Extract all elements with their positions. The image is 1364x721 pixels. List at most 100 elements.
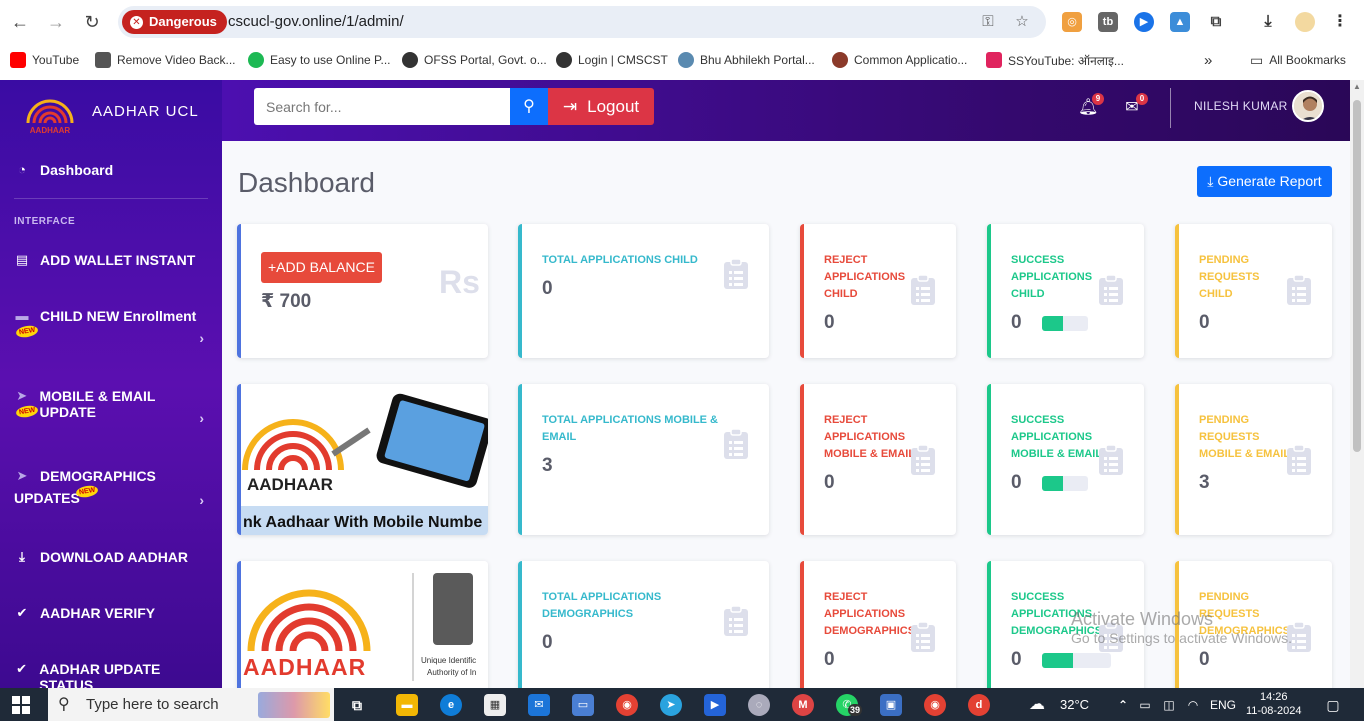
extension-icon[interactable]: ◎	[1062, 12, 1082, 32]
mail-icon[interactable]: ✉	[528, 694, 550, 716]
input-language[interactable]: ENG	[1210, 698, 1236, 712]
chevron-right-icon: ›	[199, 410, 204, 426]
search-button[interactable]: ⚲	[510, 88, 548, 125]
bookmark-item[interactable]: Common Applicatio...	[832, 50, 967, 70]
key-icon[interactable]: ⚿	[978, 12, 998, 32]
new-badge: NEW	[75, 484, 100, 499]
video-app-icon[interactable]: ▶	[704, 694, 726, 716]
more-bookmarks-button[interactable]: »	[1204, 50, 1212, 70]
notifications-icon[interactable]: ▢	[1322, 694, 1344, 716]
search-highlight-icon	[258, 692, 330, 718]
whatsapp-icon[interactable]: ✆ 39	[836, 694, 863, 716]
bookmark-item[interactable]: Easy to use Online P...	[248, 50, 391, 70]
sidebar-item-demographics-updates[interactable]: ➤ DEMOGRAPHICS UPDATES NEW ›	[14, 468, 210, 512]
stat-value: 0	[1011, 472, 1022, 493]
avatar[interactable]	[1292, 90, 1324, 122]
brand[interactable]: AADHAAR AADHAR UCL	[14, 86, 199, 136]
clipboard-list-icon	[1287, 444, 1311, 475]
sidebar-divider	[14, 198, 208, 199]
profile-icon[interactable]	[1295, 12, 1315, 32]
bell-icon[interactable]: 🔔︎ 9	[1078, 93, 1104, 118]
stat-value: 0	[824, 472, 835, 493]
taskbar-search-box[interactable]: ⚲ Type here to search	[48, 688, 334, 721]
extension-tb-icon[interactable]: tb	[1098, 12, 1118, 32]
bookmark-item[interactable]: Login | CMSCST	[556, 50, 668, 70]
bookmark-item[interactable]: OFSS Portal, Govt. o...	[402, 50, 547, 70]
telegram-icon[interactable]: ➤	[660, 694, 682, 716]
puzzle-icon[interactable]: ⧉	[1206, 12, 1226, 32]
page-scrollbar[interactable]: ▲	[1350, 80, 1364, 688]
system-clock[interactable]: 14:26 11-08-2024	[1246, 690, 1301, 718]
clipboard-list-icon	[724, 258, 748, 289]
task-view-icon[interactable]: ⧉	[346, 694, 368, 716]
extension-triangle-icon[interactable]: ▲	[1170, 12, 1190, 32]
windows-start-icon[interactable]	[12, 696, 30, 714]
store-icon[interactable]: ▦	[484, 694, 506, 716]
download-icon[interactable]: ⤓	[1258, 12, 1278, 32]
extension-play-icon[interactable]: ▶	[1134, 12, 1154, 32]
bookmark-item[interactable]: Bhu Abhilekh Portal...	[678, 50, 815, 70]
demographics-line2: UPDATES	[14, 490, 80, 506]
reject-applications-card: REJECT APPLICATIONS CHILD 0	[800, 224, 956, 358]
app-icon[interactable]: ◌	[748, 694, 770, 716]
sidebar-item-aadhar-verify[interactable]: ✔ AADHAR VERIFY	[14, 605, 210, 621]
window-app-icon[interactable]: ▣	[880, 694, 902, 716]
banner-aadhaar-uidai[interactable]: AADHAAR Unique Identific Authority of In	[237, 561, 488, 688]
chevron-right-icon: ›	[199, 492, 204, 508]
stat-label: PENDING REQUESTS MOBILE & EMAIL	[1199, 414, 1291, 460]
total-applications-card: TOTAL APPLICATIONS DEMOGRAPHICS 0	[518, 561, 769, 688]
security-warning-chip[interactable]: ✕ Dangerous	[122, 10, 227, 34]
back-arrow-icon[interactable]: ←	[8, 10, 32, 34]
app-icon[interactable]: ▭	[572, 694, 594, 716]
bookmark-item[interactable]: Remove Video Back...	[95, 50, 236, 70]
chrome-d-icon[interactable]: d	[968, 694, 990, 716]
envelope-icon[interactable]: ✉ 0	[1122, 93, 1148, 118]
all-bookmarks[interactable]: ▭ All Bookmarks	[1250, 50, 1346, 70]
sidebar-item-child-enrollment[interactable]: ▬ CHILD NEW Enrollment NEW ›	[14, 308, 210, 348]
search-input[interactable]	[254, 88, 510, 125]
messages-count-badge: 0	[1136, 93, 1148, 105]
add-balance-button[interactable]: +ADD BALANCE	[261, 252, 382, 283]
sidebar-item-download-aadhar[interactable]: ⤓ DOWNLOAD AADHAR	[14, 549, 210, 565]
stat-label: REJECT APPLICATIONS MOBILE & EMAIL	[824, 414, 916, 460]
scrollbar-thumb[interactable]	[1353, 100, 1361, 452]
chrome-active-icon[interactable]: ◉	[924, 694, 946, 716]
sidebar-item-mobile-email-update[interactable]: ➤ MOBILE & EMAIL UPDATE NEW ›	[14, 388, 210, 428]
ssyoutube-icon	[986, 52, 1002, 68]
banner-link-aadhaar-mobile[interactable]: AADHAAR nk Aadhaar With Mobile Numbe	[237, 384, 488, 535]
battery-icon[interactable]: ▭	[1134, 694, 1156, 716]
video-icon	[95, 52, 111, 68]
reload-icon[interactable]: ↻	[80, 10, 104, 34]
check-circle-icon: ✔	[16, 605, 28, 620]
application-icon	[832, 52, 848, 68]
chrome-profile-icon[interactable]: M	[792, 694, 814, 716]
username[interactable]: NILESH KUMAR	[1194, 99, 1288, 113]
browser-navbar: ← → ↻ ✕ Dangerous cscucl-gov.online/1/ad…	[0, 0, 1364, 44]
sidebar-item-add-wallet[interactable]: ▤ ADD WALLET INSTANT	[14, 252, 210, 268]
bookmark-item[interactable]: YouTube	[10, 50, 79, 70]
bookmark-item[interactable]: SSYouTube: ऑनलाइ...	[986, 50, 1124, 70]
tachometer-icon: ◔	[18, 162, 26, 177]
edge-icon[interactable]: e	[440, 694, 462, 716]
tray-chevron-up-icon[interactable]: ⌃	[1112, 694, 1134, 716]
stat-value: 0	[1199, 312, 1210, 333]
stat-label: SUCCESS APPLICATIONS CHILD	[1011, 254, 1093, 300]
camera-icon[interactable]: ◫	[1158, 694, 1180, 716]
forward-arrow-icon[interactable]: →	[44, 10, 68, 34]
temperature[interactable]: 32°C	[1060, 697, 1089, 712]
total-applications-card: TOTAL APPLICATIONS MOBILE & EMAIL 3	[518, 384, 769, 535]
svg-text:nk Aadhaar With Mobile Numbe: nk Aadhaar With Mobile Numbe	[243, 514, 482, 531]
kebab-menu-icon[interactable]: ⋮	[1330, 12, 1350, 32]
folder-icon: ▭	[1250, 51, 1264, 68]
file-explorer-icon[interactable]: ▬	[396, 694, 418, 716]
scroll-up-arrow-icon[interactable]: ▲	[1350, 80, 1364, 94]
logout-button[interactable]: ⇥ Logout	[548, 88, 654, 125]
wifi-icon[interactable]: ◠	[1182, 694, 1204, 716]
url-text[interactable]: cscucl-gov.online/1/admin/	[228, 6, 404, 38]
weather-icon[interactable]: ☁	[1026, 694, 1048, 716]
star-icon[interactable]: ☆	[1012, 12, 1032, 32]
address-bar[interactable]: ✕ Dangerous cscucl-gov.online/1/admin/ ⚿…	[118, 6, 1046, 38]
chrome-icon[interactable]: ◉	[616, 694, 638, 716]
generate-report-button[interactable]: ⤓ Generate Report	[1197, 166, 1332, 197]
sidebar-item-dashboard[interactable]: ◔ Dashboard	[14, 162, 210, 178]
